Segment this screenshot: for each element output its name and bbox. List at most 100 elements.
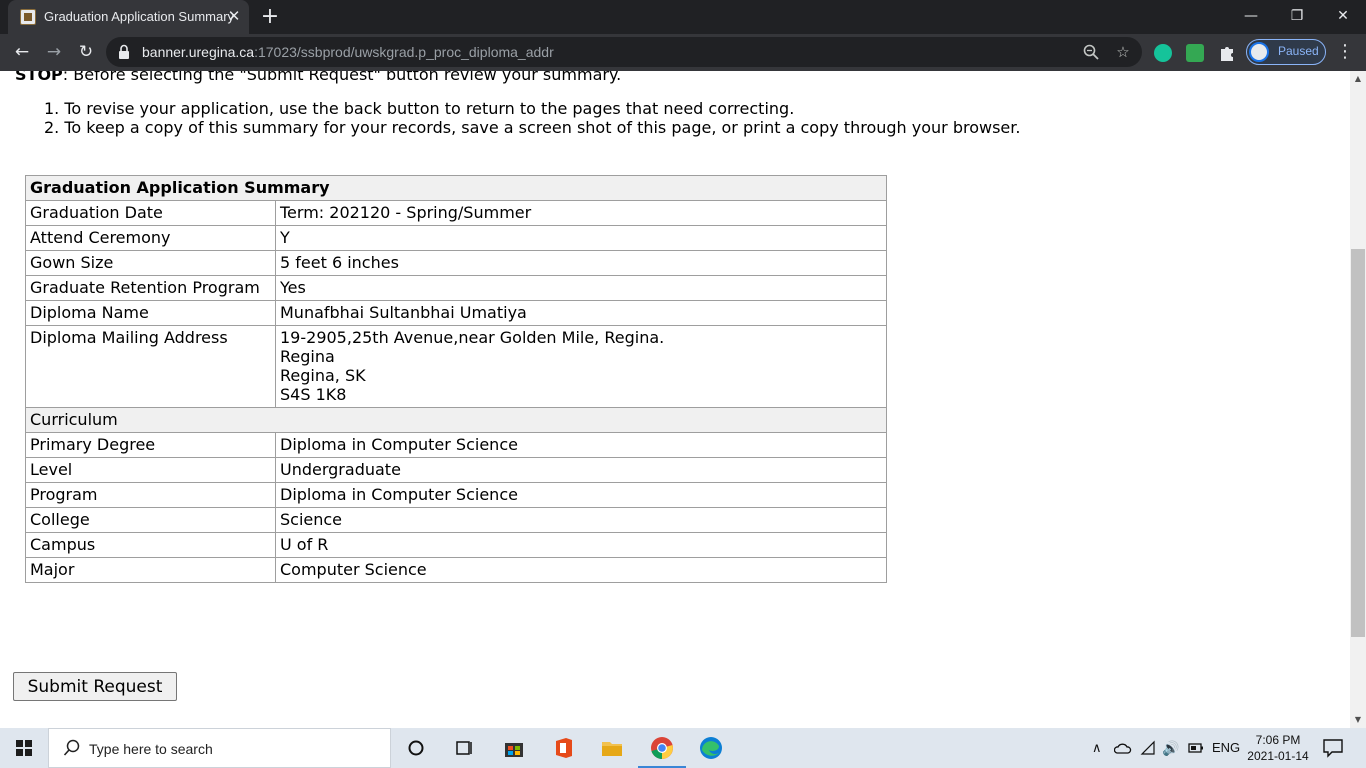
stop-text: : Before selecting the "Submit Request" … [62, 71, 622, 84]
site-favicon-icon [20, 9, 36, 25]
table-row: Diploma Mailing Address 19-2905,25th Ave… [25, 325, 887, 408]
show-hidden-icons-icon[interactable]: ∧ [1092, 728, 1106, 768]
clock-date: 2021-01-14 [1247, 749, 1309, 763]
vertical-scrollbar[interactable]: ▲ ▼ [1350, 71, 1366, 728]
avatar [1249, 42, 1269, 62]
instruction-item: 1. To revise your application, use the b… [44, 99, 795, 118]
url-text: banner.uregina.ca:17023/ssbprod/uwskgrad… [142, 44, 554, 60]
address-line: 19-2905,25th Avenue,near Golden Mile, Re… [280, 328, 665, 347]
row-label: Major [25, 557, 276, 583]
back-arrow-icon[interactable]: ← [8, 38, 36, 66]
row-label: Graduate Retention Program [25, 275, 276, 301]
forward-arrow-icon[interactable]: → [40, 38, 68, 66]
lock-icon [119, 44, 129, 59]
task-view-icon[interactable] [450, 734, 478, 762]
instructions-list: 1. To revise your application, use the b… [44, 99, 1020, 137]
row-label: Level [25, 457, 276, 483]
mail-extension-icon[interactable] [1186, 44, 1204, 62]
search-placeholder: Type here to search [89, 741, 213, 757]
zoom-icon[interactable] [1082, 43, 1100, 61]
table-row: Program Diploma in Computer Science [25, 482, 887, 508]
taskbar: Type here to search ∧ 🔊 ENG 7:06 PM 2021… [0, 728, 1366, 768]
table-row: Level Undergraduate [25, 457, 887, 483]
profile-status: Paused [1278, 44, 1319, 58]
row-value: Diploma in Computer Science [275, 432, 887, 458]
address-line: Regina [280, 347, 335, 366]
row-value: Science [275, 507, 887, 533]
chrome-icon[interactable] [648, 734, 676, 762]
window-restore-button[interactable]: ❐ [1274, 4, 1320, 28]
volume-icon[interactable]: 🔊 [1162, 728, 1180, 768]
stop-notice: STOP: Before selecting the "Submit Reque… [15, 71, 621, 84]
row-value: Yes [275, 275, 887, 301]
url-path: :17023/ssbprod/uwskgrad.p_proc_diploma_a… [254, 44, 554, 60]
table-row: College Science [25, 507, 887, 533]
address-line: Regina, SK [280, 366, 366, 385]
language-indicator[interactable]: ENG [1212, 728, 1240, 768]
row-value: 5 feet 6 inches [275, 250, 887, 276]
row-value: Undergraduate [275, 457, 887, 483]
stop-label: STOP [15, 71, 63, 84]
scroll-up-icon[interactable]: ▲ [1350, 71, 1366, 87]
new-tab-button[interactable]: + [258, 3, 282, 31]
wifi-icon[interactable] [1140, 740, 1156, 756]
browser-toolbar: ← → ↻ banner.uregina.ca:17023/ssbprod/uw… [0, 34, 1366, 71]
browser-menu-icon[interactable]: ⋮ [1336, 39, 1354, 65]
table-row: Gown Size 5 feet 6 inches [25, 250, 887, 276]
curriculum-heading: Curriculum [25, 407, 887, 433]
window-close-button[interactable]: ✕ [1320, 4, 1366, 28]
scroll-down-icon[interactable]: ▼ [1350, 712, 1366, 728]
notification-center-icon[interactable] [1320, 738, 1346, 758]
row-label: Campus [25, 532, 276, 558]
office-icon[interactable] [550, 734, 578, 762]
row-value: Diploma in Computer Science [275, 482, 887, 508]
file-explorer-icon[interactable] [598, 734, 626, 762]
table-row: Campus U of R [25, 532, 887, 558]
row-value: Munafbhai Sultanbhai Umatiya [275, 300, 887, 326]
submit-request-button[interactable]: Submit Request [13, 672, 177, 701]
bookmark-star-icon[interactable]: ☆ [1114, 43, 1132, 61]
edge-icon[interactable] [697, 734, 725, 762]
row-label: Diploma Mailing Address [25, 325, 276, 408]
browser-tab[interactable]: Graduation Application Summary ✕ [8, 0, 249, 34]
clock-time: 7:06 PM [1255, 733, 1301, 747]
address-bar[interactable]: banner.uregina.ca:17023/ssbprod/uwskgrad… [106, 37, 1142, 67]
taskbar-search-input[interactable]: Type here to search [48, 728, 391, 768]
row-label: Attend Ceremony [25, 225, 276, 251]
extensions-puzzle-icon[interactable] [1218, 44, 1236, 62]
summary-table: Graduation Application Summary Graduatio… [25, 175, 887, 583]
battery-icon[interactable] [1188, 742, 1204, 754]
address-value: 19-2905,25th Avenue,near Golden Mile, Re… [275, 325, 887, 408]
scrollbar-thumb[interactable] [1351, 249, 1365, 637]
row-label: Primary Degree [25, 432, 276, 458]
row-label: College [25, 507, 276, 533]
table-row: Major Computer Science [25, 557, 887, 583]
page-content: STOP: Before selecting the "Submit Reque… [0, 71, 1350, 728]
cortana-icon[interactable] [402, 734, 430, 762]
profile-button[interactable]: Paused [1246, 39, 1326, 65]
row-label: Graduation Date [25, 200, 276, 226]
table-row: Primary Degree Diploma in Computer Scien… [25, 432, 887, 458]
address-line: S4S 1K8 [280, 385, 347, 404]
tab-close-icon[interactable]: ✕ [225, 6, 243, 26]
grammarly-extension-icon[interactable] [1154, 44, 1172, 62]
system-clock[interactable]: 7:06 PM 2021-01-14 [1244, 732, 1312, 764]
row-value: Y [275, 225, 887, 251]
windows-logo-icon [16, 740, 32, 756]
start-button[interactable] [0, 728, 48, 768]
tab-strip: Graduation Application Summary ✕ + — ❐ ✕ [0, 0, 1366, 34]
curriculum-heading-row: Curriculum [25, 407, 887, 433]
table-row: Diploma Name Munafbhai Sultanbhai Umatiy… [25, 300, 887, 326]
reload-icon[interactable]: ↻ [72, 38, 100, 66]
instruction-item: 2. To keep a copy of this summary for yo… [44, 118, 1021, 137]
row-label: Gown Size [25, 250, 276, 276]
table-title: Graduation Application Summary [25, 175, 887, 201]
store-icon[interactable] [500, 734, 528, 762]
search-icon [63, 739, 80, 756]
tab-title: Graduation Application Summary [44, 9, 235, 24]
onedrive-icon[interactable] [1114, 740, 1132, 756]
window-minimize-button[interactable]: — [1228, 4, 1274, 28]
table-row: Attend Ceremony Y [25, 225, 887, 251]
table-row: Graduation Date Term: 202120 - Spring/Su… [25, 200, 887, 226]
row-label: Program [25, 482, 276, 508]
